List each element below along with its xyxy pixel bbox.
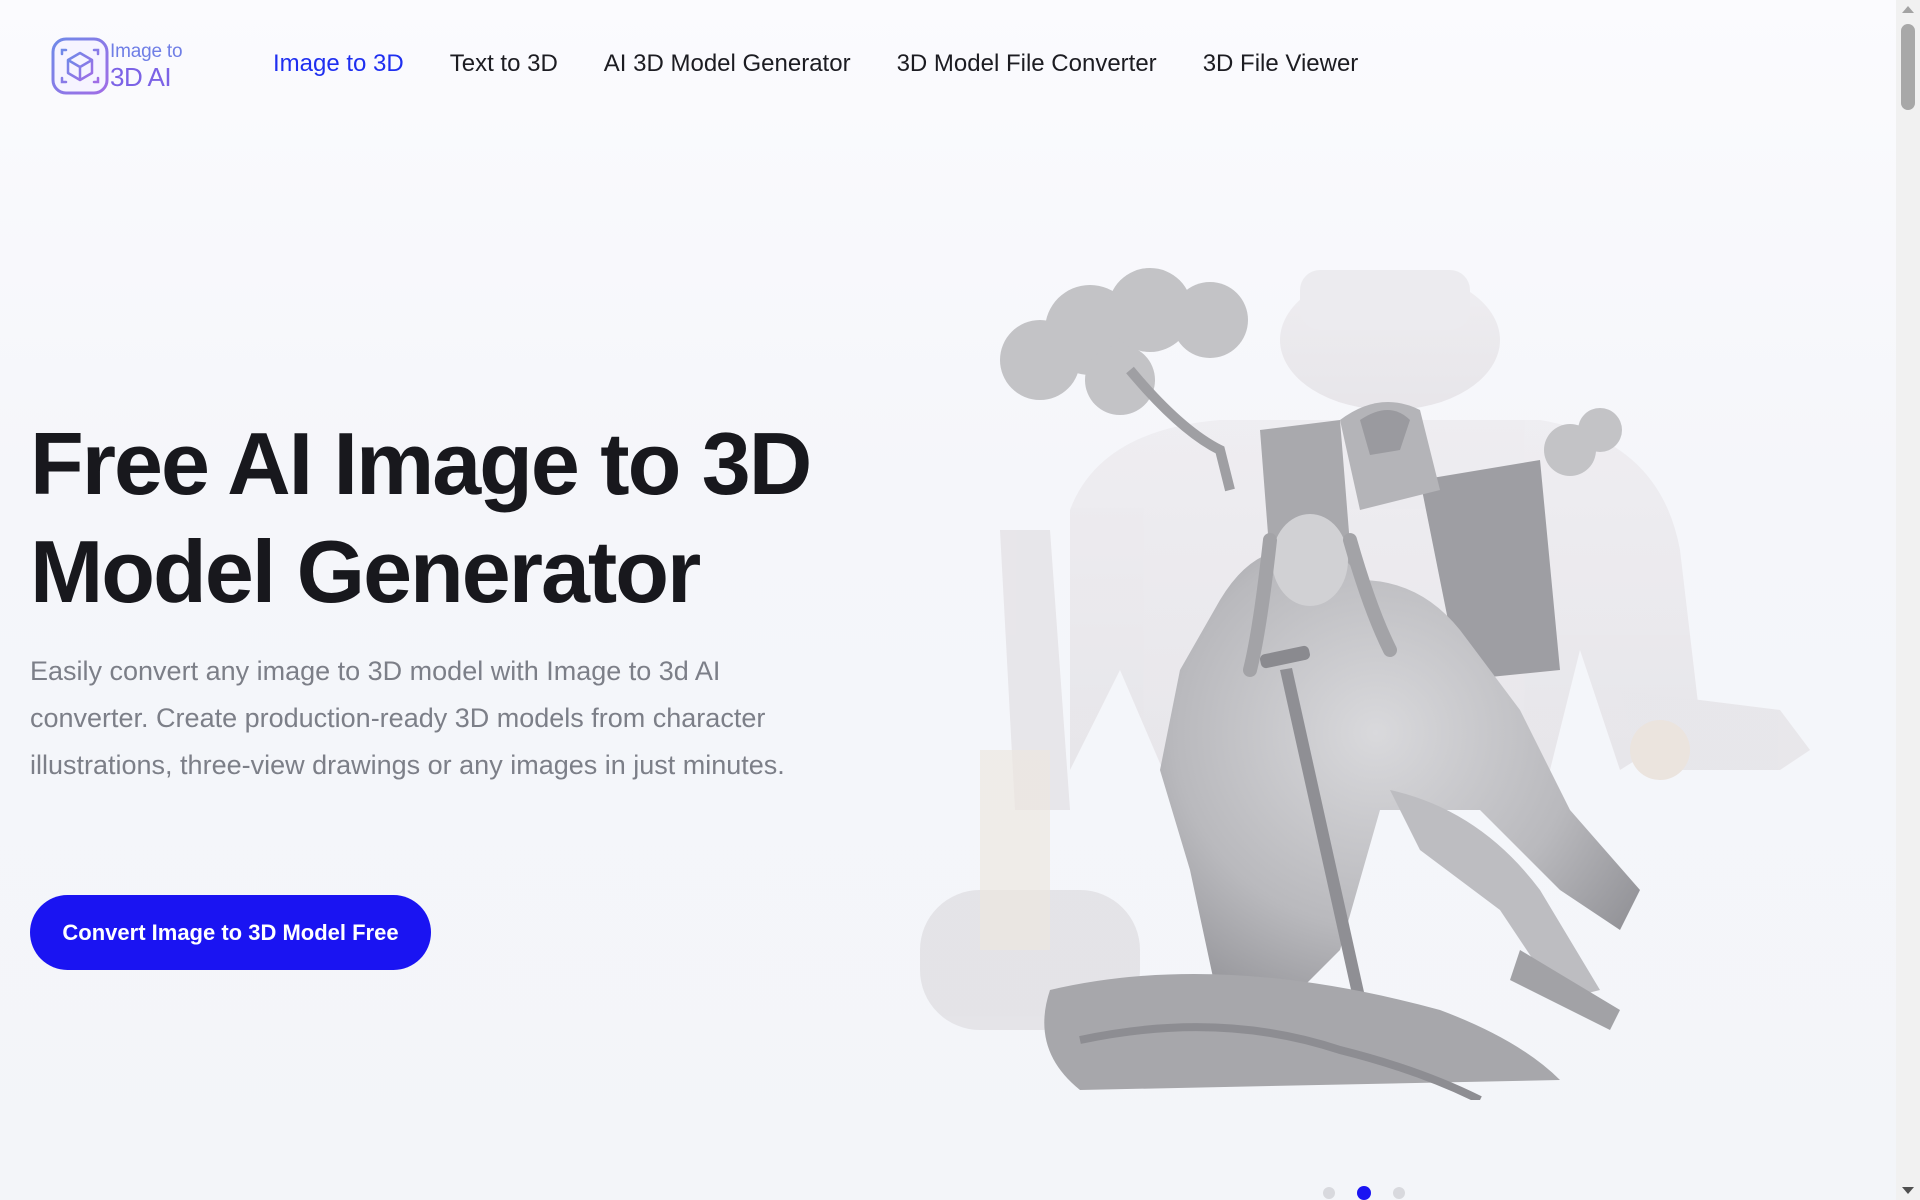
nav-item-3d-file-viewer[interactable]: 3D File Viewer [1203, 50, 1359, 78]
carousel-pagination [1323, 1186, 1405, 1200]
page-scrollbar[interactable] [1896, 0, 1920, 1200]
scrollbar-thumb[interactable] [1901, 24, 1915, 110]
hero-3d-model-image [920, 268, 1810, 1100]
scroll-down-arrow-icon[interactable] [1902, 1187, 1914, 1194]
site-logo[interactable]: Image to 3D AI [50, 36, 183, 96]
hero-description: Easily convert any image to 3D model wit… [30, 656, 785, 780]
3d-cube-scan-icon [51, 37, 109, 95]
nav-item-ai-3d-model-generator[interactable]: AI 3D Model Generator [604, 50, 851, 78]
carousel-dot-1[interactable] [1323, 1187, 1335, 1199]
hero-title-line2: Model Generator [30, 522, 701, 621]
nav-item-text-to-3d[interactable]: Text to 3D [450, 50, 558, 78]
hero-title-line1: Free AI Image to 3D [30, 414, 812, 513]
logo-text: Image to 3D AI [110, 41, 183, 92]
main-nav: Image to 3D Text to 3D AI 3D Model Gener… [273, 50, 1404, 78]
hero-title: Free AI Image to 3D Model Generator [30, 410, 930, 626]
nav-item-3d-model-file-converter[interactable]: 3D Model File Converter [897, 50, 1157, 78]
logo-text-line1: Image to [110, 41, 183, 62]
site-header: Image to 3D AI Image to 3D Text to 3D AI… [0, 0, 1896, 136]
carousel-dot-2[interactable] [1357, 1186, 1371, 1200]
convert-image-button[interactable]: Convert Image to 3D Model Free [30, 895, 431, 970]
nav-item-image-to-3d[interactable]: Image to 3D [273, 50, 404, 78]
scroll-up-arrow-icon[interactable] [1902, 6, 1914, 13]
logo-text-line2: 3D AI [110, 62, 172, 92]
carousel-dot-3[interactable] [1393, 1187, 1405, 1199]
